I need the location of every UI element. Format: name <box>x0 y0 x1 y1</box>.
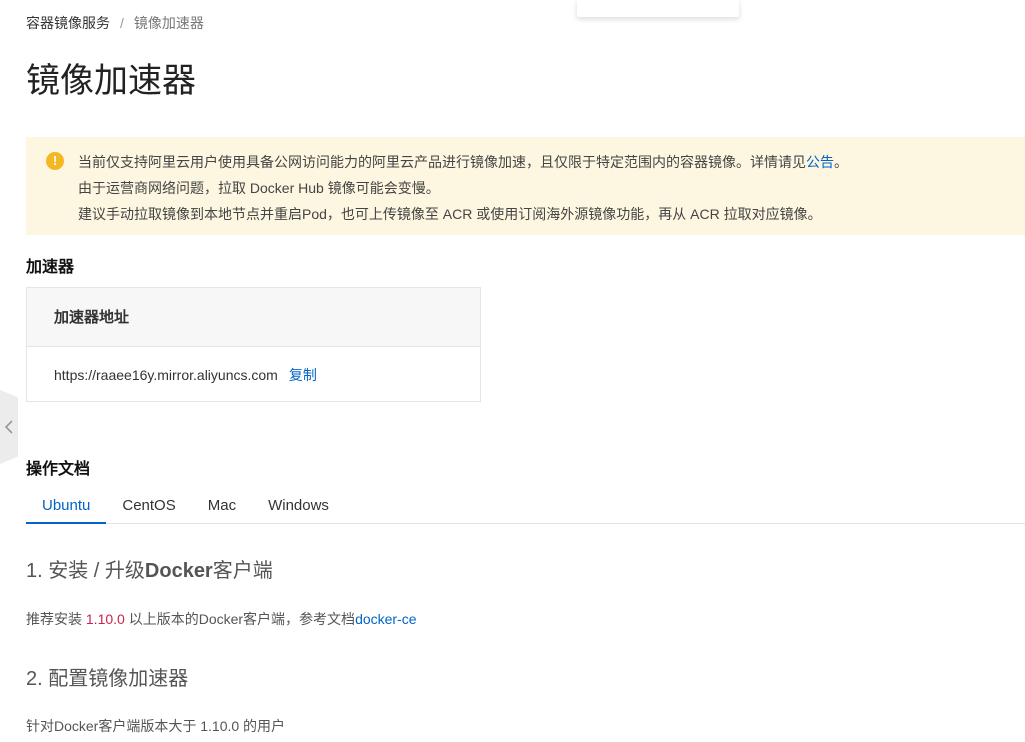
os-tabs: Ubuntu CentOS Mac Windows <box>26 490 1025 524</box>
tab-mac[interactable]: Mac <box>192 490 252 523</box>
step1-description: 推荐安装 1.10.0 以上版本的Docker客户端，参考文档docker-ce <box>26 609 417 629</box>
tab-windows[interactable]: Windows <box>252 490 345 523</box>
accelerator-section-title: 加速器 <box>26 259 75 276</box>
step1-heading-prefix: 1. 安装 / 升级 <box>26 560 145 582</box>
step1-heading: 1. 安装 / 升级Docker客户端 <box>26 557 273 585</box>
step2-description: 针对Docker客户端版本大于 1.10.0 的用户 <box>26 718 286 734</box>
step1-desc-prefix: 推荐安装 <box>26 611 86 627</box>
page-title: 镜像加速器 <box>26 62 196 100</box>
accelerator-address: https://raaee16y.mirror.aliyuncs.com <box>54 366 278 383</box>
step2-heading: 2. 配置镜像加速器 <box>26 668 189 690</box>
step1-version: 1.10.0 <box>85 611 125 627</box>
step1-heading-suffix: 客户端 <box>212 560 273 582</box>
accelerator-card: 加速器地址 https://raaee16y.mirror.aliyuncs.c… <box>26 287 481 402</box>
notice-line-3: 建议手动拉取镜像到本地节点并重启Pod，也可上传镜像至 ACR 或使用订阅海外源… <box>78 206 822 222</box>
docs-section-title: 操作文档 <box>26 461 91 478</box>
warning-icon: ! <box>46 152 64 170</box>
breadcrumb-parent-link[interactable]: 容器镜像服务 <box>26 13 110 33</box>
notice-announcement-link[interactable]: 公告 <box>806 154 834 170</box>
breadcrumb: 容器镜像服务 / 镜像加速器 <box>26 13 204 33</box>
notice-line-1: 当前仅支持阿里云用户使用具备公网访问能力的阿里云产品进行镜像加速，且仅限于特定范… <box>78 149 1005 175</box>
breadcrumb-current: 镜像加速器 <box>133 15 204 31</box>
docker-ce-link[interactable]: docker-ce <box>355 611 416 627</box>
notice-line-1-end: 。 <box>834 154 848 170</box>
tab-ubuntu[interactable]: Ubuntu <box>26 490 107 524</box>
accelerator-card-header: 加速器地址 <box>27 288 480 347</box>
notice-line-1-text: 当前仅支持阿里云用户使用具备公网访问能力的阿里云产品进行镜像加速，且仅限于特定范… <box>78 154 806 170</box>
accelerator-card-body: https://raaee16y.mirror.aliyuncs.com 复制 <box>27 347 480 402</box>
chevron-left-icon <box>4 420 13 434</box>
breadcrumb-separator: / <box>120 15 124 31</box>
page-root: 容器镜像服务 / 镜像加速器 镜像加速器 ! 当前仅支持阿里云用户使用具备公网访… <box>0 0 1025 742</box>
notice-banner: ! 当前仅支持阿里云用户使用具备公网访问能力的阿里云产品进行镜像加速，且仅限于特… <box>26 137 1025 235</box>
sidebar-collapse-toggle[interactable] <box>0 390 18 464</box>
tab-centos[interactable]: CentOS <box>106 490 191 523</box>
step1-desc-middle: 以上版本的Docker客户端，参考文档 <box>124 611 356 627</box>
copy-address-button[interactable]: 复制 <box>289 365 317 385</box>
step1-heading-bold: Docker <box>144 560 213 582</box>
popover-fragment <box>577 0 739 17</box>
notice-line-2: 由于运营商网络问题，拉取 Docker Hub 镜像可能会变慢。 <box>78 180 440 196</box>
